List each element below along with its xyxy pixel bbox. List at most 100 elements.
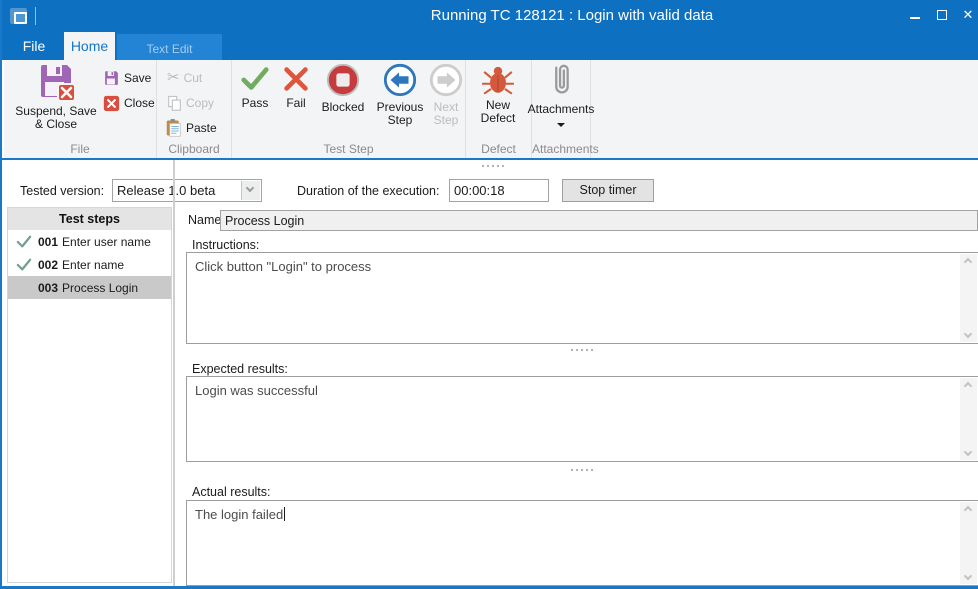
test-step-row-1[interactable]: 001 Enter user name	[8, 230, 171, 253]
expected-results-label: Expected results:	[192, 362, 288, 376]
name-field[interactable]: Process Login	[220, 210, 978, 231]
previous-step-label: Previous Step	[374, 101, 426, 127]
scroll-down-icon[interactable]	[964, 330, 972, 338]
close-button[interactable]: ✕	[955, 0, 978, 30]
ribbon-group-test-step: Pass Fail Blocked Previou	[232, 60, 466, 158]
save-label: Save	[124, 71, 151, 85]
fail-x-icon	[281, 64, 311, 94]
ribbon: Suspend, Save & Close Save Close File	[4, 60, 978, 158]
previous-arrow-icon	[382, 62, 418, 98]
ribbon-tab-row: File Home Text Edit Home Insert	[2, 32, 978, 60]
save-button[interactable]: Save	[103, 68, 151, 88]
pass-label: Pass	[242, 97, 269, 110]
copy-button: Copy	[167, 93, 214, 113]
step-label: Enter user name	[62, 235, 151, 249]
copy-label: Copy	[186, 96, 214, 110]
combo-dropdown-button[interactable]	[241, 181, 260, 200]
scroll-up-icon[interactable]	[964, 506, 972, 514]
instructions-label: Instructions:	[192, 238, 259, 252]
step-number: 003	[38, 281, 58, 295]
instructions-splitter-handle[interactable]	[571, 349, 593, 351]
maximize-icon	[937, 10, 947, 20]
test-step-row-3-selected[interactable]: 003 Process Login	[8, 276, 171, 299]
tested-version-combobox[interactable]: Release 1.0 beta	[112, 179, 262, 202]
attachments-label: Attachments	[528, 103, 595, 116]
new-defect-label: New Defect	[476, 99, 520, 125]
group-label-file: File	[4, 142, 156, 156]
paperclip-icon	[544, 62, 578, 100]
scroll-down-icon[interactable]	[964, 448, 972, 456]
stop-timer-button[interactable]: Stop timer	[562, 179, 654, 202]
step-passed-check-icon	[16, 235, 32, 249]
instructions-textarea[interactable]: Click button "Login" to process	[186, 252, 978, 344]
tab-home[interactable]: Home	[64, 32, 115, 60]
paste-clipboard-icon	[165, 119, 182, 137]
fail-label: Fail	[286, 97, 305, 110]
new-defect-button[interactable]: New Defect	[473, 64, 523, 125]
app-icon[interactable]	[10, 8, 27, 24]
duration-label: Duration of the execution:	[297, 184, 439, 198]
actual-results-value: The login failed	[195, 507, 283, 522]
close-icon: ✕	[955, 0, 978, 30]
cut-label: Cut	[184, 71, 203, 85]
instructions-scrollbar[interactable]	[960, 254, 977, 342]
group-label-defect: Defect	[466, 142, 531, 156]
paste-button[interactable]: Paste	[165, 118, 217, 138]
blocked-button[interactable]: Blocked	[316, 62, 370, 114]
step-passed-check-icon	[16, 258, 32, 272]
group-label-attachments: Attachments	[532, 142, 590, 156]
quick-access-separator	[35, 7, 36, 25]
ribbon-group-defect: New Defect Defect	[466, 60, 532, 158]
maximize-button[interactable]	[929, 0, 955, 30]
step-label: Enter name	[62, 258, 124, 272]
duration-field[interactable]: 00:00:18	[449, 179, 549, 202]
group-label-test-step: Test Step	[232, 142, 465, 156]
attachments-button[interactable]: Attachments	[533, 62, 589, 127]
instructions-text: Click button "Login" to process	[195, 258, 956, 275]
scroll-down-icon[interactable]	[964, 572, 972, 580]
previous-step-button[interactable]: Previous Step	[372, 62, 428, 127]
title-bar: Running TC 128121 : Login with valid dat…	[2, 0, 978, 32]
pass-button[interactable]: Pass	[236, 64, 274, 110]
ribbon-group-clipboard: ✂ Cut Copy Paste Clipboard	[157, 60, 232, 158]
actual-results-textarea[interactable]: The login failed	[186, 500, 978, 586]
minimize-icon	[910, 17, 920, 19]
content-area: Tested version: Release 1.0 beta Duratio…	[4, 160, 978, 586]
contextual-group-label: Text Edit	[117, 42, 222, 56]
duration-value: 00:00:18	[454, 183, 505, 198]
minimize-button[interactable]	[902, 0, 928, 30]
save-floppy-icon	[103, 70, 120, 87]
suspend-save-close-button[interactable]: Suspend, Save & Close	[10, 62, 102, 131]
panel-splitter[interactable]	[173, 160, 175, 586]
paste-label: Paste	[186, 121, 217, 135]
next-step-label: Next Step	[429, 101, 463, 127]
floppy-disk-x-icon	[36, 62, 76, 102]
close-label: Close	[124, 96, 155, 110]
blocked-stop-icon	[325, 62, 361, 98]
scroll-up-icon[interactable]	[964, 258, 972, 266]
blocked-label: Blocked	[322, 101, 365, 114]
scroll-up-icon[interactable]	[964, 382, 972, 390]
tested-version-value: Release 1.0 beta	[117, 183, 215, 198]
window-title: Running TC 128121 : Login with valid dat…	[431, 0, 713, 32]
actual-results-label: Actual results:	[192, 485, 271, 499]
app-window: Running TC 128121 : Login with valid dat…	[0, 0, 978, 589]
test-steps-header: Test steps	[8, 208, 171, 230]
step-number: 001	[38, 235, 58, 249]
close-test-button[interactable]: Close	[103, 93, 155, 113]
expected-results-textarea[interactable]: Login was successful	[186, 376, 978, 462]
ribbon-group-file: Suspend, Save & Close Save Close File	[4, 60, 157, 158]
next-arrow-icon	[428, 62, 464, 98]
expected-splitter-handle[interactable]	[571, 469, 593, 471]
attachments-dropdown-icon[interactable]	[557, 123, 565, 127]
group-label-clipboard: Clipboard	[157, 142, 231, 156]
fail-button[interactable]: Fail	[278, 64, 314, 110]
actual-results-scrollbar[interactable]	[960, 502, 977, 584]
ribbon-splitter-handle[interactable]	[482, 165, 504, 167]
expected-results-text: Login was successful	[195, 382, 956, 399]
test-step-row-2[interactable]: 002 Enter name	[8, 253, 171, 276]
expected-results-scrollbar[interactable]	[960, 378, 977, 460]
pass-check-icon	[240, 64, 270, 94]
scissors-icon: ✂	[167, 70, 180, 86]
tab-file[interactable]: File	[12, 32, 56, 60]
